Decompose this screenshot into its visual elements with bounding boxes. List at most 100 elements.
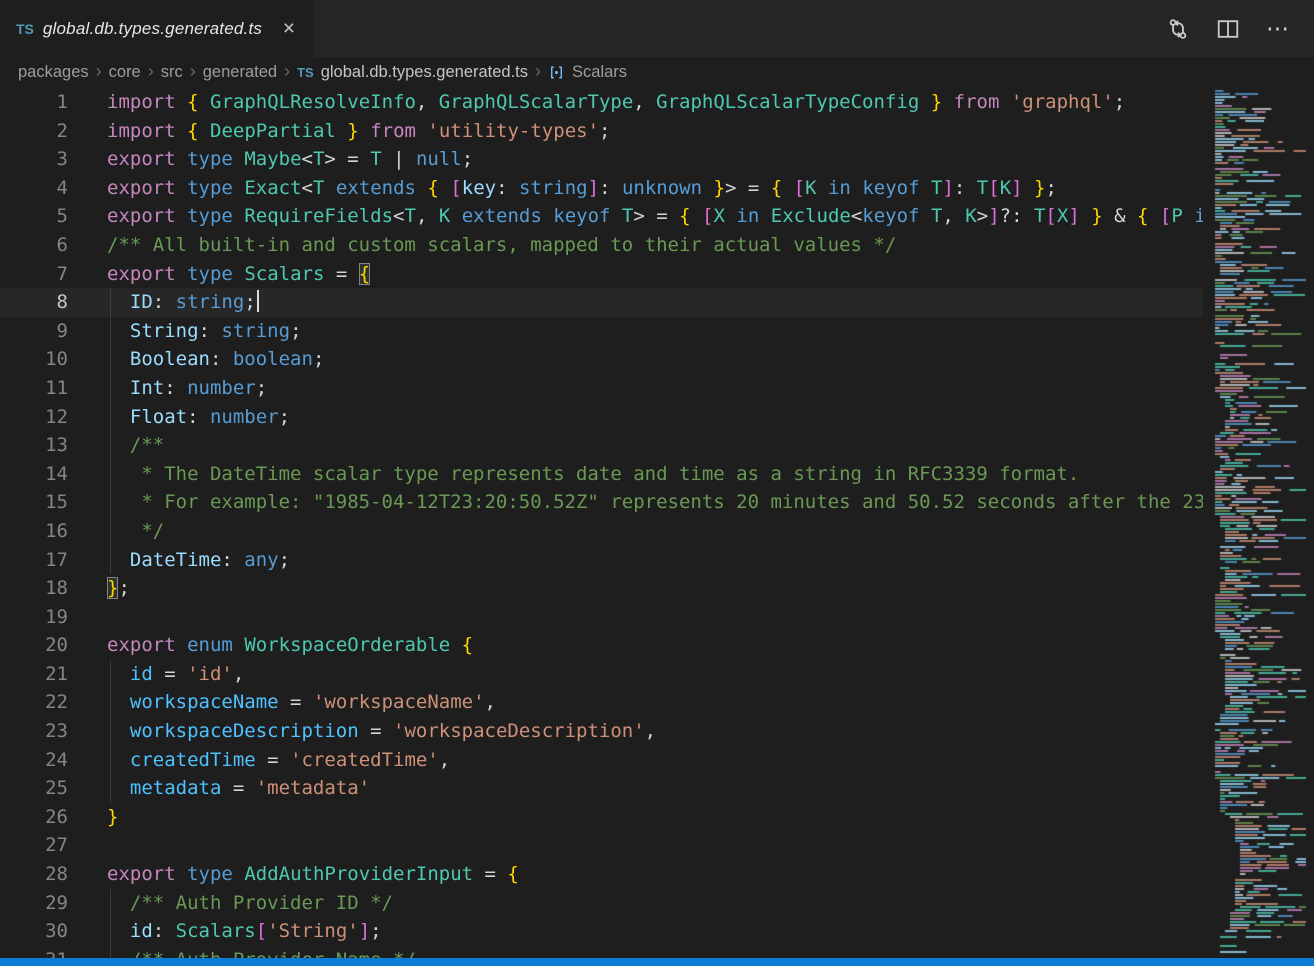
code-line[interactable]: 10 Boolean: boolean; — [0, 345, 1203, 374]
line-number: 23 — [0, 717, 68, 746]
line-number: 13 — [0, 431, 68, 460]
code-line[interactable]: 23 workspaceDescription = 'workspaceDesc… — [0, 717, 1203, 746]
line-number: 9 — [0, 317, 68, 346]
line-number: 21 — [0, 660, 68, 689]
code-line[interactable]: 7export type Scalars = { — [0, 260, 1203, 289]
editor: 1 import { GraphQLResolveInfo, GraphQLSca… — [0, 88, 1314, 958]
minimap[interactable] — [1212, 88, 1314, 958]
breadcrumb-folder[interactable]: generated — [203, 63, 277, 82]
code-text: * The DateTime scalar type represents da… — [107, 460, 1203, 489]
code-text: * For example: "1985-04-12T23:20:50.52Z"… — [107, 488, 1203, 517]
status-bar-strip — [0, 958, 1314, 966]
code-line[interactable]: 18}; — [0, 574, 1203, 603]
code-line[interactable]: 24 createdTime = 'createdTime', — [0, 746, 1203, 775]
line-number: 28 — [0, 860, 68, 889]
editor-tab-bar: TS global.db.types.generated.ts × — [0, 0, 1314, 57]
code-text: String: string; — [107, 317, 1203, 346]
breadcrumb-folder[interactable]: packages — [18, 63, 89, 82]
line-number: 5 — [0, 202, 68, 231]
line-number: 26 — [0, 803, 68, 832]
more-actions-icon[interactable]: ⋯ — [1266, 17, 1290, 40]
code-text: /** Auth Provider ID */ — [107, 889, 1203, 918]
tab-title: global.db.types.generated.ts — [43, 19, 272, 39]
code-line[interactable]: 21 id = 'id', — [0, 660, 1203, 689]
breadcrumb: packages › core › src › generated › TS global.db.… — [0, 57, 1314, 88]
line-number: 19 — [0, 603, 68, 632]
code-line[interactable]: 12 Float: number; — [0, 403, 1203, 432]
code-line[interactable]: 2import { DeepPartial } from 'utility-ty… — [0, 117, 1203, 146]
text-cursor — [257, 290, 259, 312]
code-text: workspaceName = 'workspaceName', — [107, 688, 1203, 717]
line-number: 16 — [0, 517, 68, 546]
code-text: export type Exact<T extends { [key: stri… — [107, 174, 1203, 203]
breadcrumb-separator-icon: › — [148, 61, 154, 82]
breadcrumb-separator-icon: › — [190, 61, 196, 82]
code-line[interactable]: 1 import { GraphQLResolveInfo, GraphQLSca… — [0, 88, 1203, 117]
code-line[interactable]: 4export type Exact<T extends { [key: str… — [0, 174, 1203, 203]
code-text: metadata = 'metadata' — [107, 774, 1203, 803]
code-line[interactable]: 19 — [0, 603, 1203, 632]
line-number: 1 — [0, 88, 68, 117]
line-number: 22 — [0, 688, 68, 717]
code-line[interactable]: 31 /** Auth Provider Name */ — [0, 946, 1203, 958]
code-text: DateTime: any; — [107, 546, 1203, 575]
line-number: 27 — [0, 831, 68, 860]
breadcrumb-folder[interactable]: core — [109, 63, 141, 82]
code-text: /** All built-in and custom scalars, map… — [107, 231, 1203, 260]
code-line[interactable]: 29 /** Auth Provider ID */ — [0, 889, 1203, 918]
line-number: 6 — [0, 231, 68, 260]
code-line[interactable]: 11 Int: number; — [0, 374, 1203, 403]
breadcrumb-folder[interactable]: src — [161, 63, 183, 82]
code-line[interactable]: 3export type Maybe<T> = T | null; — [0, 145, 1203, 174]
code-text: /** — [107, 431, 1203, 460]
code-text: import { GraphQLResolveInfo, GraphQLScal… — [107, 88, 1203, 117]
line-number: 31 — [0, 946, 68, 958]
code-text: } — [107, 803, 1203, 832]
code-line[interactable]: 17 DateTime: any; — [0, 546, 1203, 575]
code-line[interactable]: 13 /** — [0, 431, 1203, 460]
code-text: Float: number; — [107, 403, 1203, 432]
code-text: export enum WorkspaceOrderable { — [107, 631, 1203, 660]
code-text — [107, 603, 1203, 632]
code-line[interactable]: 5export type RequireFields<T, K extends … — [0, 202, 1203, 231]
code-line[interactable]: 14 * The DateTime scalar type represents… — [0, 460, 1203, 489]
code-line[interactable]: 28 export type AddAuthProviderInput = { — [0, 860, 1203, 889]
line-number: 11 — [0, 374, 68, 403]
line-number: 25 — [0, 774, 68, 803]
code-line[interactable]: 6 /** All built-in and custom scalars, ma… — [0, 231, 1203, 260]
breadcrumb-file[interactable]: global.db.types.generated.ts — [321, 63, 528, 82]
line-number: 14 — [0, 460, 68, 489]
line-number: 10 — [0, 345, 68, 374]
breadcrumb-separator-icon: › — [96, 61, 102, 82]
code-line[interactable]: 15 * For example: "1985-04-12T23:20:50.5… — [0, 488, 1203, 517]
code-text: */ — [107, 517, 1203, 546]
code-line[interactable]: 22 workspaceName = 'workspaceName', — [0, 688, 1203, 717]
code-line[interactable]: 27 — [0, 831, 1203, 860]
tab-global-db-types-generated-ts[interactable]: TS global.db.types.generated.ts × — [0, 0, 313, 57]
breadcrumb-separator-icon: › — [535, 61, 541, 82]
line-number: 8 — [0, 288, 68, 317]
code-text: Int: number; — [107, 374, 1203, 403]
code-text: export type Maybe<T> = T | null; — [107, 145, 1203, 174]
close-tab-icon[interactable]: × — [281, 18, 297, 39]
line-number: 15 — [0, 488, 68, 517]
typescript-file-icon: TS — [297, 65, 314, 80]
line-number: 18 — [0, 574, 68, 603]
code-text: export type AddAuthProviderInput = { — [107, 860, 1203, 889]
code-line[interactable]: 20export enum WorkspaceOrderable { — [0, 631, 1203, 660]
code-text: workspaceDescription = 'workspaceDescrip… — [107, 717, 1203, 746]
code-line[interactable]: 8 ID: string; — [0, 288, 1203, 317]
split-editor-icon[interactable] — [1216, 17, 1240, 41]
code-text: import { DeepPartial } from 'utility-typ… — [107, 117, 1203, 146]
line-number: 12 — [0, 403, 68, 432]
breadcrumb-symbol[interactable]: Scalars — [572, 63, 627, 82]
code-line[interactable]: 25 metadata = 'metadata' — [0, 774, 1203, 803]
code-line[interactable]: 26} — [0, 803, 1203, 832]
breadcrumb-separator-icon: › — [284, 61, 290, 82]
code-line[interactable]: 9 String: string; — [0, 317, 1203, 346]
code-line[interactable]: 30 id: Scalars['String']; — [0, 917, 1203, 946]
code-line[interactable]: 16 */ — [0, 517, 1203, 546]
line-number: 7 — [0, 260, 68, 289]
code-text: /** Auth Provider Name */ — [107, 946, 1203, 958]
open-changes-icon[interactable] — [1166, 17, 1190, 41]
